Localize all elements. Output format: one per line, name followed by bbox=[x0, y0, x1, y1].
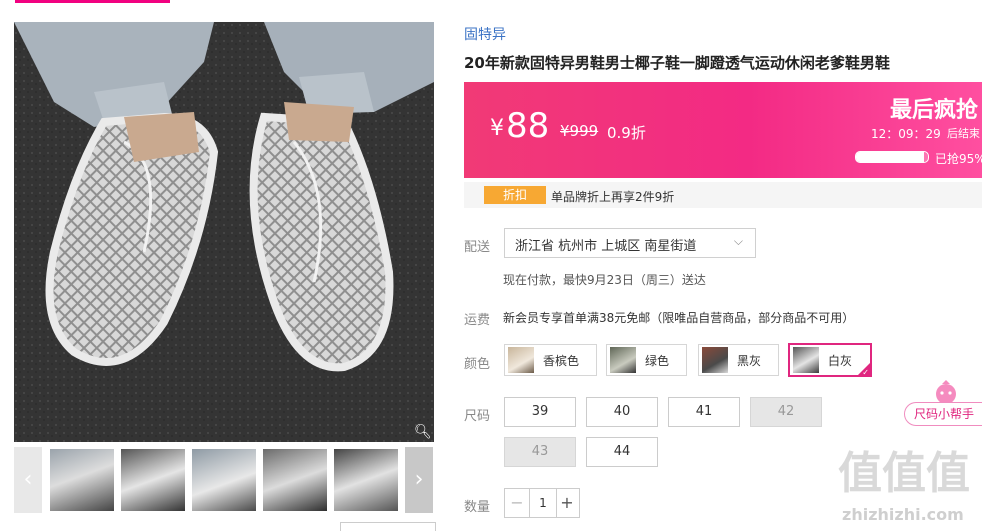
thumbnail-4[interactable] bbox=[263, 449, 327, 511]
color-option-black-gray[interactable]: 黑灰 bbox=[698, 344, 779, 376]
swatch-image bbox=[508, 347, 534, 373]
size-option-40[interactable]: 40 bbox=[586, 397, 658, 427]
sold-progress-fill bbox=[856, 152, 925, 162]
size-option-39[interactable]: 39 bbox=[504, 397, 576, 427]
size-option-44[interactable]: 44 bbox=[586, 437, 658, 467]
original-price: ¥999 bbox=[560, 122, 599, 140]
flash-sale-title: 最后疯抢 bbox=[890, 98, 979, 123]
color-option-champagne[interactable]: 香槟色 bbox=[504, 344, 597, 376]
watermark-url: zhizhizhi.com bbox=[842, 505, 964, 524]
quantity-increase-button[interactable]: + bbox=[555, 489, 579, 517]
delivery-eta: 现在付款，最快9月23日（周三）送达 bbox=[503, 273, 706, 287]
color-option-green[interactable]: 绿色 bbox=[606, 344, 687, 376]
chevron-left-icon: ‹ bbox=[23, 467, 33, 492]
color-option-white-gray[interactable]: 白灰 ✓ bbox=[788, 343, 872, 377]
quantity-decrease-button[interactable]: − bbox=[505, 489, 529, 517]
color-option-label: 绿色 bbox=[645, 354, 670, 368]
swatch-image bbox=[702, 347, 728, 373]
size-label: 尺码 bbox=[464, 409, 491, 424]
swatch-image bbox=[793, 347, 819, 373]
size-helper-button[interactable]: 尺码小帮手 bbox=[904, 402, 982, 426]
thumbnail-1[interactable] bbox=[50, 449, 114, 511]
currency-symbol: ¥ bbox=[490, 116, 504, 141]
quantity-input[interactable]: 1 bbox=[529, 489, 557, 517]
thumbnail-5[interactable] bbox=[334, 449, 398, 511]
swatch-image bbox=[610, 347, 636, 373]
chevron-down-icon: ⌵ bbox=[733, 234, 743, 248]
promo-text[interactable]: 单品牌折上再享2件9折 bbox=[551, 188, 674, 205]
address-value: 浙江省 杭州市 上城区 南星街道 bbox=[515, 239, 697, 254]
shipping-label: 运费 bbox=[464, 313, 491, 328]
countdown-timer: 12：09：29 bbox=[871, 127, 941, 141]
promo-tag: 折扣 bbox=[484, 186, 546, 204]
color-label: 颜色 bbox=[464, 357, 491, 372]
size-option-41[interactable]: 41 bbox=[668, 397, 740, 427]
thumbnail-2[interactable] bbox=[121, 449, 185, 511]
delivery-label: 配送 bbox=[464, 240, 491, 255]
zoom-icon[interactable]: 🔍︎ bbox=[414, 424, 432, 440]
shipping-text: 新会员专享首单满38元免邮（限唯品自营商品，部分商品不可用） bbox=[503, 311, 855, 325]
color-option-label: 白灰 bbox=[828, 354, 853, 368]
main-product-image[interactable] bbox=[14, 22, 434, 442]
countdown-suffix: 后结束 bbox=[947, 127, 980, 140]
quantity-label: 数量 bbox=[464, 500, 491, 515]
mascot-icon bbox=[936, 380, 956, 404]
accent-bar bbox=[15, 0, 170, 3]
check-icon: ✓ bbox=[862, 368, 869, 377]
size-option-43: 43 bbox=[504, 437, 576, 467]
thumbnail-3[interactable] bbox=[192, 449, 256, 511]
current-price: 88 bbox=[506, 106, 550, 146]
brand-link[interactable]: 固特异 bbox=[464, 24, 506, 44]
color-option-label: 香槟色 bbox=[543, 354, 580, 368]
sold-percent-label: 已抢95% bbox=[935, 152, 982, 166]
watermark-logo: 值值值 bbox=[838, 448, 970, 499]
size-option-42: 42 bbox=[750, 397, 822, 427]
sold-progress-bar bbox=[855, 151, 929, 163]
svg-text:值值值: 值值值 bbox=[838, 448, 970, 499]
chevron-right-icon: › bbox=[414, 467, 424, 492]
quantity-stepper[interactable]: − 1 + bbox=[504, 488, 580, 518]
discount-rate: 0.9折 bbox=[607, 124, 646, 142]
gallery-prev-button[interactable]: ‹ bbox=[14, 447, 42, 513]
color-option-label: 黑灰 bbox=[737, 354, 762, 368]
gallery-next-button[interactable]: › bbox=[405, 447, 433, 513]
address-select[interactable]: 浙江省 杭州市 上城区 南星街道 ⌵ bbox=[504, 228, 756, 258]
sneakers-photo bbox=[14, 22, 434, 442]
product-title: 20年新款固特异男鞋男士椰子鞋一脚蹬透气运动休闲老爹鞋男鞋 bbox=[464, 54, 890, 72]
